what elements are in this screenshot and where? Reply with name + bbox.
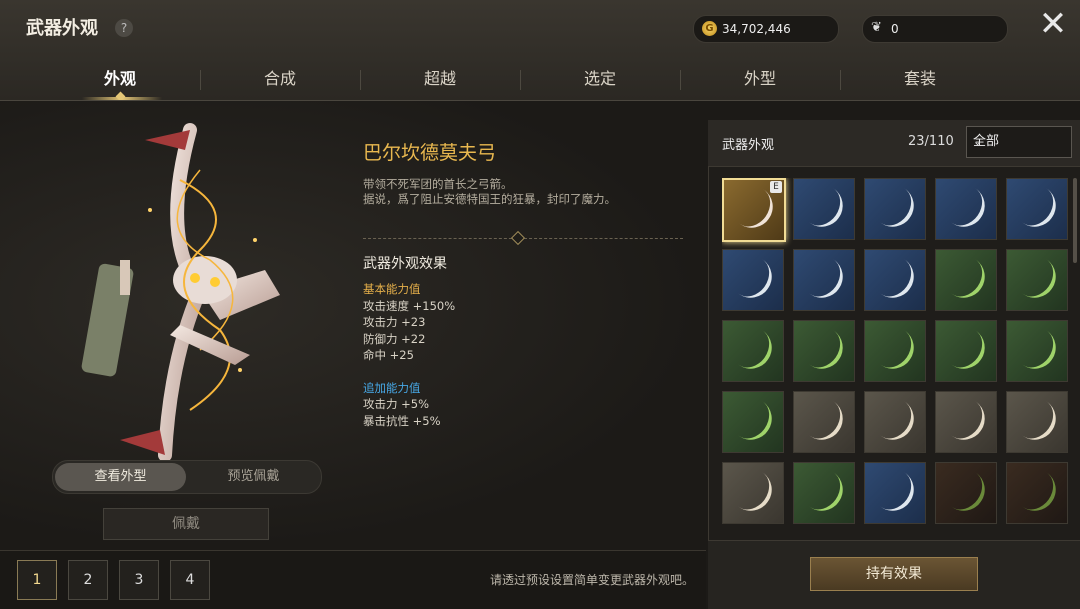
stats-block: 基本能力值 攻击速度 +150% 攻击力 +23 防御力 +22 命中 +25 … xyxy=(363,281,455,429)
preset-hint: 请透过预设设置简单变更武器外观吧。 xyxy=(490,573,695,587)
view-appearance-button[interactable]: 查看外型 xyxy=(55,463,186,491)
bow-icon xyxy=(728,465,780,519)
view-toggle: 查看外型 预览佩戴 xyxy=(52,460,322,494)
equipped-badge: E xyxy=(770,181,782,193)
weapon-slot[interactable] xyxy=(935,462,997,524)
basic-stats-title: 基本能力值 xyxy=(363,282,421,296)
weapon-slot[interactable] xyxy=(793,462,855,524)
bow-icon xyxy=(799,181,851,235)
bow-icon xyxy=(941,323,993,377)
tab-shape[interactable]: 外型 xyxy=(680,62,840,96)
weapon-slot[interactable] xyxy=(1006,320,1068,382)
item-name: 巴尔坎德莫夫弓 xyxy=(363,142,497,164)
preview-wear-button[interactable]: 预览佩戴 xyxy=(188,463,319,491)
bow-icon xyxy=(799,252,851,306)
collection-grid: E xyxy=(722,178,1072,530)
extra-stats-title: 追加能力值 xyxy=(363,380,421,395)
stat-line: 攻击力 +5% xyxy=(363,397,430,411)
tab-synthesis[interactable]: 合成 xyxy=(200,62,360,96)
collection-title: 武器外观 xyxy=(722,138,775,153)
filter-dropdown[interactable]: 全部 ⌄ xyxy=(966,126,1072,158)
collection-count: 23/110 xyxy=(908,134,954,149)
bow-icon xyxy=(799,394,851,448)
weapon-slot[interactable] xyxy=(1006,249,1068,311)
weapon-slot[interactable] xyxy=(722,391,784,453)
bow-icon xyxy=(870,252,922,306)
stat-line: 攻击力 +23 xyxy=(363,315,426,329)
tab-transcend[interactable]: 超越 xyxy=(360,62,520,96)
preset-button-4[interactable]: 4 xyxy=(170,560,210,600)
gold-coin-icon: G xyxy=(702,21,717,36)
bow-icon xyxy=(1012,181,1064,235)
effects-title: 武器外观效果 xyxy=(363,256,447,272)
bow-icon xyxy=(870,465,922,519)
bow-icon xyxy=(941,252,993,306)
weapon-slot[interactable] xyxy=(722,249,784,311)
bow-icon xyxy=(799,323,851,377)
preset-button-1[interactable]: 1 xyxy=(17,560,57,600)
bow-icon xyxy=(941,465,993,519)
weapon-slot[interactable] xyxy=(722,462,784,524)
feather-currency: ❦ 0 xyxy=(862,15,1008,43)
weapon-slot[interactable] xyxy=(935,249,997,311)
feather-icon: ❦ xyxy=(871,20,882,35)
stat-line: 暴击抗性 +5% xyxy=(363,413,441,428)
page-title: 武器外观 xyxy=(26,18,98,39)
weapon-slot[interactable] xyxy=(864,462,926,524)
weapon-slot[interactable] xyxy=(793,249,855,311)
weapon-slot[interactable] xyxy=(722,320,784,382)
chevron-down-icon: ⌄ xyxy=(973,135,983,148)
item-description: 带领不死军团的首长之弓箭。 据说，爲了阻止安德特国王的狂暴，封印了魔力。 xyxy=(363,177,616,207)
bow-icon xyxy=(1012,252,1064,306)
preset-button-3[interactable]: 3 xyxy=(119,560,159,600)
stat-line: 防御力 +22 xyxy=(363,331,426,346)
tab-select[interactable]: 选定 xyxy=(520,62,680,96)
tab-set[interactable]: 套装 xyxy=(840,62,1000,96)
bow-icon xyxy=(1012,465,1064,519)
help-icon[interactable]: ? xyxy=(115,19,133,37)
bow-icon xyxy=(1012,323,1064,377)
feather-amount: 0 xyxy=(891,22,899,36)
weapon-slot[interactable] xyxy=(864,391,926,453)
weapon-slot[interactable] xyxy=(864,178,926,240)
preset-button-2[interactable]: 2 xyxy=(68,560,108,600)
tab-bar: 外观 合成 超越 选定 外型 套装 xyxy=(40,62,1040,98)
close-button[interactable]: ✕ xyxy=(1038,7,1068,41)
equip-button[interactable]: 佩戴 xyxy=(103,508,269,540)
weapon-slot[interactable] xyxy=(1006,178,1068,240)
stat-line: 命中 +25 xyxy=(363,348,414,362)
bow-icon xyxy=(941,181,993,235)
weapon-slot[interactable] xyxy=(793,391,855,453)
weapon-slot[interactable] xyxy=(864,249,926,311)
weapon-preview-image[interactable] xyxy=(50,120,310,465)
stat-line: 攻击速度 +150% xyxy=(363,298,456,313)
weapon-slot[interactable] xyxy=(935,391,997,453)
weapon-slot[interactable] xyxy=(935,320,997,382)
bow-icon xyxy=(870,323,922,377)
bow-icon xyxy=(870,394,922,448)
weapon-slot[interactable] xyxy=(864,320,926,382)
bow-icon xyxy=(728,394,780,448)
weapon-slot[interactable] xyxy=(793,178,855,240)
item-description-line: 带领不死军团的首长之弓箭。 xyxy=(363,177,513,191)
weapon-slot[interactable] xyxy=(935,178,997,240)
gold-currency: G 34,702,446 xyxy=(693,15,839,43)
bow-icon xyxy=(1012,394,1064,448)
bow-icon xyxy=(941,394,993,448)
collection-scrollbar[interactable] xyxy=(1073,178,1077,263)
weapon-slot[interactable] xyxy=(793,320,855,382)
owned-effect-button[interactable]: 持有效果 xyxy=(810,557,978,591)
gold-amount: 34,702,446 xyxy=(722,22,791,36)
weapon-slot-selected[interactable]: E xyxy=(722,178,786,242)
bow-icon xyxy=(870,181,922,235)
bow-icon xyxy=(728,252,780,306)
bow-icon xyxy=(799,465,851,519)
weapon-slot[interactable] xyxy=(1006,391,1068,453)
bow-icon xyxy=(728,323,780,377)
item-description-line: 据说，爲了阻止安德特国王的狂暴，封印了魔力。 xyxy=(363,192,616,206)
weapon-slot[interactable] xyxy=(1006,462,1068,524)
